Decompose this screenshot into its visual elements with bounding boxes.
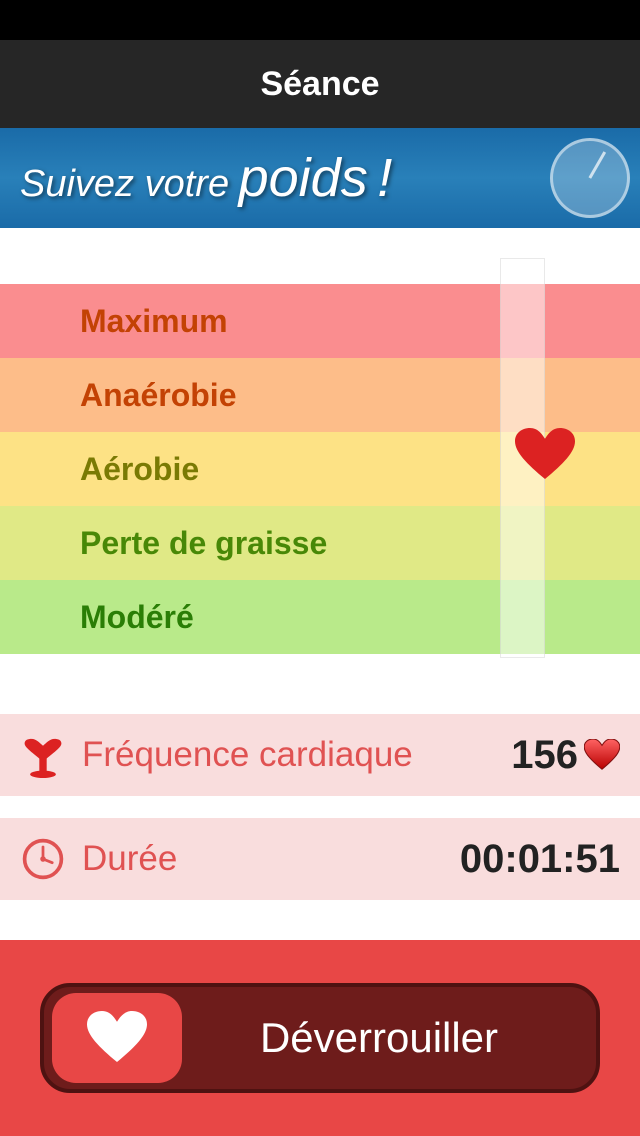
heart-icon [86, 1011, 148, 1065]
heartrate-value: 156 [511, 733, 578, 778]
zone-label: Perte de graisse [80, 525, 327, 562]
clock-icon [550, 138, 630, 218]
banner-text-part3: ! [377, 148, 392, 208]
status-bar [0, 0, 640, 40]
heartrate-row: Fréquence cardiaque 156 [0, 714, 640, 796]
heart-icon [584, 739, 620, 771]
zone-label: Modéré [80, 599, 194, 636]
duration-row: Durée 00:01:51 [0, 818, 640, 900]
banner-text-part2: poids [239, 148, 368, 208]
clock-icon [20, 836, 66, 882]
weight-banner[interactable]: Suivez votre poids ! [0, 128, 640, 228]
heart-marker-icon[interactable] [515, 428, 575, 482]
zone-label: Maximum [80, 303, 228, 340]
bottom-bar: Déverrouiller [0, 940, 640, 1136]
unlock-button[interactable]: Déverrouiller [40, 983, 600, 1093]
zone-label: Anaérobie [80, 377, 236, 414]
heartrate-value-container: 156 [511, 733, 620, 778]
banner-text: Suivez votre poids ! [20, 147, 392, 209]
heartrate-icon [20, 732, 66, 778]
heartrate-zones: Maximum Anaérobie Aérobie Perte de grais… [0, 228, 640, 714]
unlock-slider-handle[interactable] [52, 993, 182, 1083]
banner-text-part1: Suivez votre [20, 163, 229, 205]
heartrate-label: Fréquence cardiaque [82, 735, 511, 775]
page-title: Séance [260, 65, 379, 104]
info-section: Fréquence cardiaque 156 [0, 714, 640, 900]
duration-value: 00:01:51 [460, 837, 620, 882]
duration-label: Durée [82, 839, 460, 879]
zone-label: Aérobie [80, 451, 199, 488]
nav-bar: Séance [0, 40, 640, 128]
unlock-label: Déverrouiller [182, 1014, 596, 1062]
